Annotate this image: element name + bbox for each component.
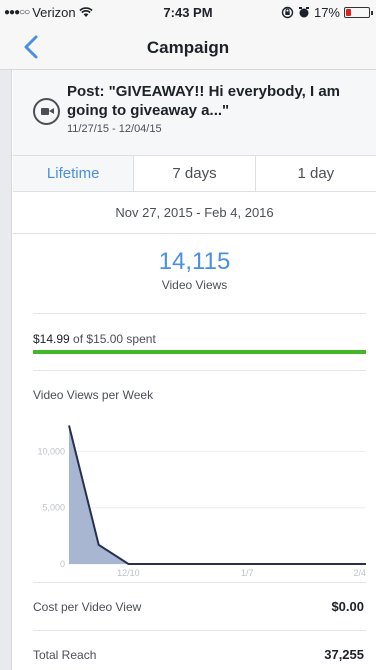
battery-icon bbox=[344, 7, 373, 18]
video-views-chart: 0 5,000 10,000 12/10 1/7 2/4 bbox=[37, 425, 366, 578]
video-camera-icon bbox=[33, 98, 60, 125]
date-range: Nov 27, 2015 - Feb 4, 2016 bbox=[13, 192, 376, 234]
navigation-bar: Campaign bbox=[0, 24, 376, 70]
y-tick-label: 0 bbox=[60, 559, 65, 569]
budget-progress-fill bbox=[33, 350, 366, 354]
video-views-value: 14,115 bbox=[158, 248, 231, 275]
divider bbox=[33, 582, 366, 583]
y-tick-label: 10,000 bbox=[37, 446, 65, 456]
tab-lifetime[interactable]: Lifetime bbox=[13, 156, 135, 191]
divider bbox=[33, 313, 366, 314]
budget-spent-rest: of $15.00 spent bbox=[73, 332, 156, 346]
y-tick-label: 5,000 bbox=[42, 503, 65, 513]
post-dates: 11/27/15 - 12/04/15 bbox=[67, 123, 162, 135]
left-rail bbox=[0, 70, 12, 670]
metric-label-cost-per-view: Cost per Video View bbox=[33, 600, 142, 614]
x-tick-label: 12/10 bbox=[117, 568, 140, 578]
video-views-label: Video Views bbox=[161, 278, 228, 292]
divider bbox=[33, 370, 366, 371]
campaign-content: Post: "GIVEAWAY!! Hi everybody, I am goi… bbox=[13, 70, 376, 670]
tab-7-days[interactable]: 7 days bbox=[134, 156, 256, 191]
budget-spent-amount: $14.99 bbox=[33, 332, 70, 346]
series-line bbox=[68, 425, 366, 565]
budget-progress-bar bbox=[33, 350, 366, 354]
page-title: Campaign bbox=[146, 38, 230, 57]
rotation-lock-icon bbox=[281, 6, 294, 19]
time-range-tabs: Lifetime 7 days 1 day bbox=[13, 156, 376, 192]
budget-spent-text: $14.99 of $15.00 spent bbox=[33, 332, 156, 346]
metric-value-total-reach: 37,255 bbox=[324, 647, 364, 662]
metric-label-total-reach: Total Reach bbox=[33, 648, 97, 662]
x-tick-label: 1/7 bbox=[241, 568, 254, 578]
chart-title: Video Views per Week bbox=[33, 388, 154, 402]
metric-value-cost-per-view: $0.00 bbox=[331, 599, 364, 614]
x-tick-label: 2/4 bbox=[353, 568, 366, 578]
post-header[interactable]: Post: "GIVEAWAY!! Hi everybody, I am goi… bbox=[13, 70, 376, 156]
status-bar: ●●●○○ Verizon 7:43 PM 17% bbox=[0, 0, 376, 24]
divider bbox=[33, 630, 366, 631]
post-title: Post: "GIVEAWAY!! Hi everybody, I am goi… bbox=[67, 83, 341, 119]
area-fill bbox=[69, 425, 366, 564]
battery-percent: 17% bbox=[313, 5, 340, 20]
alarm-icon bbox=[298, 7, 309, 18]
status-right: 17% bbox=[281, 5, 373, 20]
tab-1-day[interactable]: 1 day bbox=[256, 156, 376, 191]
